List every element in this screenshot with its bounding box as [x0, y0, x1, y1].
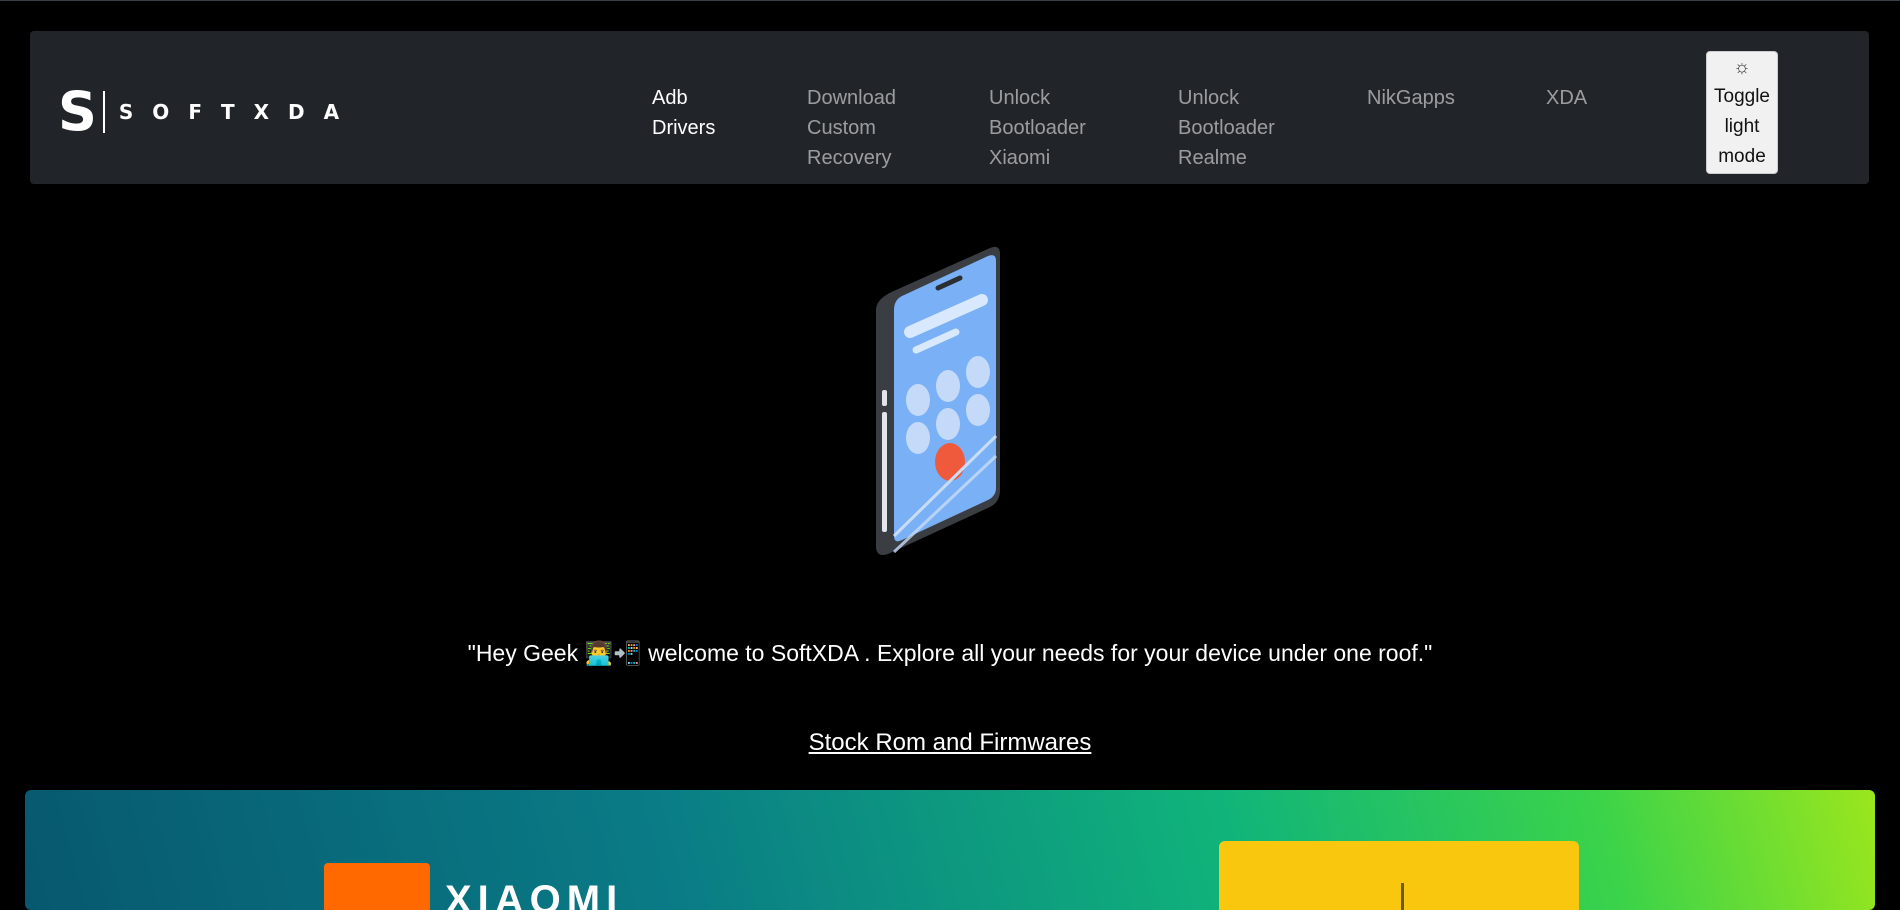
stock-rom-firmwares-link[interactable]: Stock Rom and Firmwares [0, 729, 1900, 757]
smartphone-illustration [876, 246, 1000, 555]
toggle-label: Toggle light mode [1714, 85, 1770, 167]
site-logo[interactable]: S SOFTXDA [58, 85, 358, 139]
nav-link-nikgapps[interactable]: NikGapps [1367, 83, 1455, 113]
nav-link-unlock-bootloader-xiaomi[interactable]: Unlock Bootloader Xiaomi [989, 83, 1086, 173]
brand-card[interactable] [1219, 841, 1579, 910]
card-graphic [1401, 883, 1404, 910]
logo-letter: S [58, 80, 97, 143]
nav-link-adb-drivers[interactable]: Adb Drivers [652, 83, 715, 143]
nav-link-unlock-bootloader-realme[interactable]: Unlock Bootloader Realme [1178, 83, 1275, 173]
brands-banner: XIAOMI [25, 790, 1875, 910]
xiaomi-brand-text: XIAOMI [445, 878, 624, 910]
top-border [0, 0, 1900, 1]
xiaomi-logo-icon[interactable] [324, 863, 430, 910]
nav-link-xda[interactable]: XDA [1546, 83, 1587, 113]
logo-divider [102, 91, 105, 133]
navbar: S SOFTXDA Adb Drivers Download Custom Re… [30, 31, 1869, 184]
logo-text: SOFTXDA [118, 100, 359, 124]
nav-link-download-custom-recovery[interactable]: Download Custom Recovery [807, 83, 896, 173]
welcome-tagline: "Hey Geek 👨‍💻📲 welcome to SoftXDA . Expl… [467, 640, 1433, 666]
toggle-light-mode-button[interactable]: ☼ Toggle light mode [1706, 51, 1778, 174]
sun-icon: ☼ [1733, 56, 1751, 78]
